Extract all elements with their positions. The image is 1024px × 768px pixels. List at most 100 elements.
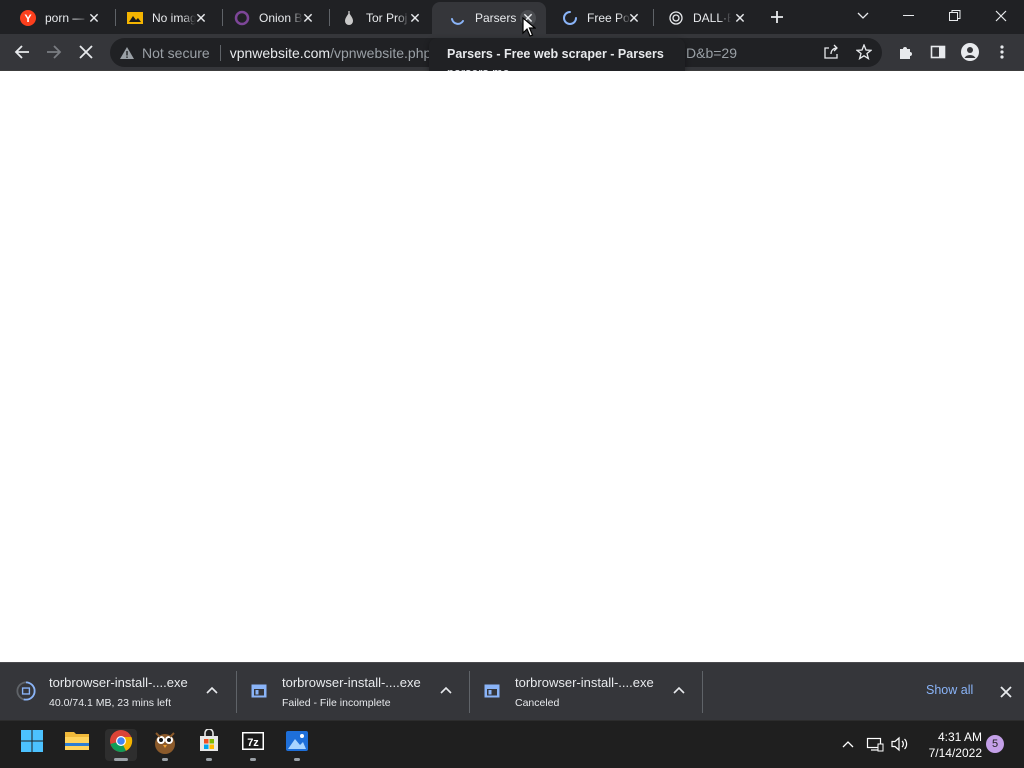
loading-spinner-icon [562,10,578,26]
windows-start-icon[interactable] [17,729,47,761]
tab-tor-project[interactable]: Tor Proj ✕ [323,2,433,34]
volume-icon[interactable] [890,733,910,755]
share-icon[interactable] [823,44,839,63]
svg-text:Y: Y [24,13,32,25]
stop-loading-button[interactable] [73,39,99,65]
tab-no-image[interactable]: No image ✕ [109,2,219,34]
tab-close-button[interactable]: ✕ [86,10,102,26]
profile-button[interactable] [957,39,983,65]
system-clock[interactable]: 4:31 AM 7/14/2022 [918,729,982,761]
page-content [0,71,1024,662]
exe-file-icon [249,681,269,701]
download-item[interactable]: torbrowser-install-....exe Failed - File… [249,663,464,720]
close-window-button[interactable] [978,0,1024,32]
shelf-separator [702,671,703,713]
hover-card-title: Parsers - Free web scraper - Parsers [447,47,664,61]
back-button[interactable] [9,39,35,65]
avatar-icon [961,43,979,61]
chevron-up-icon[interactable] [438,682,454,698]
tab-close-button[interactable]: ✕ [300,10,316,26]
restore-button[interactable] [932,0,978,32]
tab-search-button[interactable] [840,0,886,32]
owl-app-icon[interactable] [150,729,180,761]
running-indicator [162,758,168,761]
tab-title: Tor Proj [366,11,408,25]
tab-close-button[interactable]: ✕ [193,10,209,26]
chevron-up-icon[interactable] [838,733,858,755]
divider [219,44,221,61]
file-explorer-icon[interactable] [62,729,92,761]
minimize-icon [903,15,914,16]
taskbar: 7z 4:31 AM 7/14/2022 5 [0,720,1024,768]
plus-icon [771,11,783,23]
tab-title: Parsers [475,11,517,25]
exe-file-icon [482,681,502,701]
download-filename: torbrowser-install-....exe [282,675,421,690]
tor-onion-icon [341,10,357,26]
download-status: 40.0/74.1 MB, 23 mins left [49,697,171,709]
loading-spinner-icon [450,10,466,26]
clock-time: 4:31 AM [937,730,982,744]
downloads-shelf: torbrowser-install-....exe 40.0/74.1 MB,… [0,662,1024,720]
warning-icon[interactable] [119,45,135,61]
puzzle-icon [900,47,912,59]
yandex-icon: Y [20,10,36,26]
tab-yandex[interactable]: Y porn — ✕ [2,2,112,34]
download-status: Canceled [515,697,560,709]
no-image-favicon [127,10,143,26]
side-panel-icon [930,45,946,59]
running-indicator [294,758,300,761]
download-item[interactable]: torbrowser-install-....exe Canceled [482,663,697,720]
download-item[interactable]: torbrowser-install-....exe 40.0/74.1 MB,… [16,663,231,720]
running-indicator [114,758,128,761]
tab-title: Onion B [259,11,303,25]
tab-title: No image [152,11,196,25]
notification-badge[interactable]: 5 [986,735,1004,753]
tab-strip: Y porn — ✕ No image ✕ Onion B ✕ Tor Proj… [0,0,1024,34]
close-icon [995,10,1007,22]
tab-close-button[interactable]: ✕ [626,10,642,26]
tab-title: porn — [45,11,85,25]
tab-free-po[interactable]: Free Po ✕ [544,2,652,34]
tab-title: DALL·E [693,11,731,25]
microsoft-store-icon[interactable] [194,729,224,761]
tab-dall-e[interactable]: DALL·E ✕ [650,2,758,34]
tab-close-button[interactable]: ✕ [407,10,423,26]
url-path: /vpnwebsite.php [330,44,432,61]
url-host: vpnwebsite.com [229,44,331,61]
download-filename: torbrowser-install-....exe [49,675,188,690]
forward-button[interactable] [41,39,67,65]
bookmark-star-icon[interactable] [855,43,873,63]
7zip-icon[interactable]: 7z [238,729,268,761]
side-panel-button[interactable] [925,39,951,65]
close-icon [1000,686,1012,698]
url-tail: D&b=29 [686,44,737,61]
url-text[interactable]: vpnwebsite.com/vpnwebsite.php [230,45,432,61]
tab-close-button[interactable]: ✕ [732,10,748,26]
download-filename: torbrowser-install-....exe [515,675,654,690]
onion-icon [234,10,250,26]
extensions-button[interactable] [893,39,919,65]
close-shelf-button[interactable] [997,683,1015,701]
shelf-separator [236,671,237,713]
photos-icon[interactable] [282,729,312,761]
arrow-right-icon [47,45,62,59]
svg-text:7z: 7z [247,737,259,749]
clock-date: 7/14/2022 [928,746,982,760]
download-status: Failed - File incomplete [282,697,391,709]
chrome-icon[interactable] [105,729,137,761]
close-icon [79,45,93,59]
chevron-up-icon[interactable] [204,682,220,698]
tab-onion-b[interactable]: Onion B ✕ [216,2,326,34]
minimize-button[interactable] [886,0,932,32]
running-indicator [206,758,212,761]
menu-button[interactable] [989,39,1015,65]
chevron-up-icon[interactable] [671,682,687,698]
new-tab-button[interactable] [766,6,788,28]
network-icon[interactable] [865,733,885,755]
shelf-separator [469,671,470,713]
more-vert-icon [1000,45,1004,59]
security-status[interactable]: Not secure [142,45,210,61]
mouse-cursor-icon [522,17,536,37]
show-all-downloads-link[interactable]: Show all [926,683,973,697]
